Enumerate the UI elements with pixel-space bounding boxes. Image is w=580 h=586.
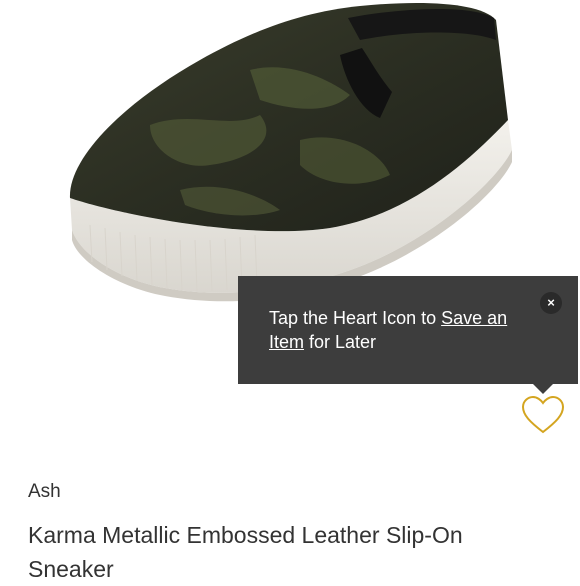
heart-save-button[interactable] bbox=[520, 394, 566, 436]
close-icon: × bbox=[547, 295, 555, 310]
save-item-link-continued[interactable]: Item bbox=[269, 332, 304, 352]
tooltip-text-before: Tap the Heart Icon to bbox=[269, 308, 442, 328]
tooltip-text-after: for Later bbox=[304, 332, 377, 352]
tooltip-pointer bbox=[533, 384, 553, 394]
product-title: Karma Metallic Embossed Leather Slip-On … bbox=[28, 522, 463, 582]
close-tooltip-button[interactable]: × bbox=[540, 292, 562, 314]
brand-name: Ash bbox=[28, 481, 61, 502]
heart-outline-icon bbox=[521, 395, 565, 434]
save-item-tooltip: Tap the Heart Icon to Save an Item for La… bbox=[238, 276, 578, 384]
save-item-link[interactable]: Save an bbox=[441, 308, 507, 328]
